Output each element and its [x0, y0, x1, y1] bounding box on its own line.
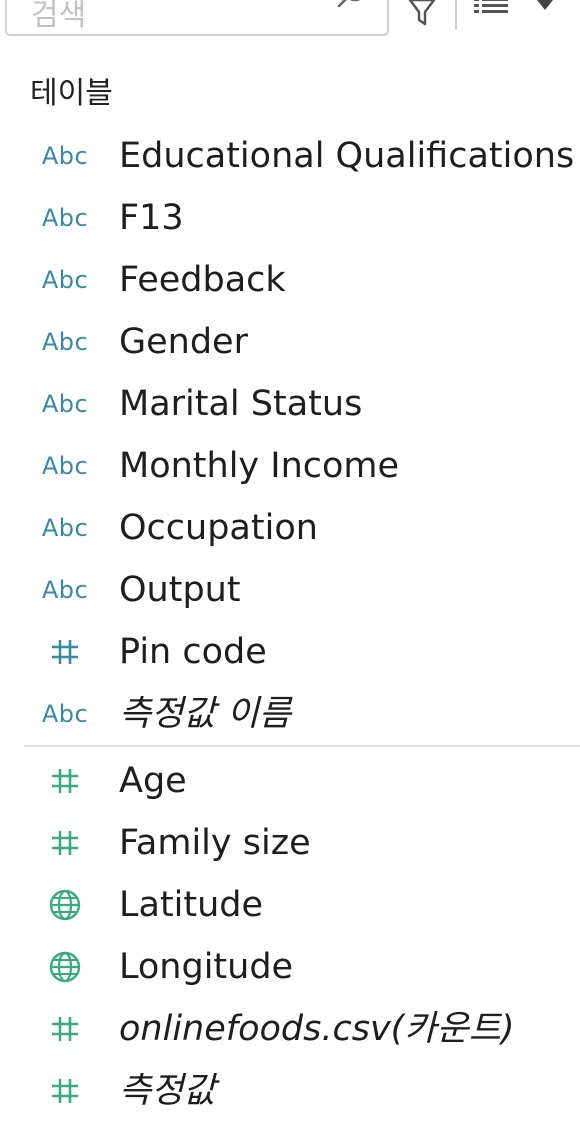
field-item[interactable]: 측정값	[0, 1060, 580, 1122]
field-name: Educational Qualifications	[119, 136, 575, 176]
number-type-icon	[30, 750, 100, 812]
field-name: Monthly Income	[119, 446, 400, 486]
field-name: F13	[119, 198, 184, 238]
string-type-icon: Abc	[41, 452, 89, 480]
field-name: 측정값	[119, 1071, 216, 1111]
field-item[interactable]: onlinefoods.csv(카운트)	[0, 998, 580, 1060]
field-item[interactable]: Abc Occupation	[0, 497, 580, 559]
field-name: 측정값 이름	[119, 694, 292, 734]
field-item[interactable]: Abc Monthly Income	[0, 435, 580, 497]
string-type-icon: Abc	[41, 328, 89, 356]
field-item[interactable]: Age	[0, 750, 580, 812]
field-name: Marital Status	[119, 384, 363, 424]
string-type-icon: Abc	[41, 266, 89, 294]
dimension-list: Abc Educational Qualifications Abc F13 Abc Fe…	[0, 125, 580, 745]
string-type-icon: Abc	[41, 390, 89, 418]
globe-icon	[30, 936, 100, 998]
list-view-icon[interactable]	[470, 0, 514, 22]
search-icon[interactable]	[333, 0, 373, 16]
section-title: 테이블	[30, 76, 113, 111]
globe-icon	[30, 874, 100, 936]
number-type-icon	[30, 998, 100, 1060]
string-type-icon: Abc	[41, 142, 89, 170]
string-type-icon: Abc	[41, 700, 89, 728]
field-item[interactable]: Family size	[0, 812, 580, 874]
string-type-icon: Abc	[41, 576, 89, 604]
string-type-icon: Abc	[41, 514, 89, 542]
field-name: Gender	[119, 322, 248, 362]
field-name: Latitude	[119, 885, 264, 925]
field-item[interactable]: Abc 측정값 이름	[0, 683, 580, 745]
field-name: Pin code	[119, 632, 267, 672]
measure-list: Age Family size Latitude Longitude onlinefoo…	[0, 750, 580, 1122]
search-placeholder: 검색	[31, 0, 87, 33]
string-type-icon: Abc	[41, 204, 89, 232]
field-item[interactable]: Abc Gender	[0, 311, 580, 373]
field-name: Occupation	[119, 508, 318, 548]
number-type-icon	[30, 621, 100, 683]
field-name: Feedback	[119, 260, 286, 300]
field-item[interactable]: Abc F13	[0, 187, 580, 249]
field-item[interactable]: Longitude	[0, 936, 580, 998]
search-box[interactable]: 검색	[5, 0, 389, 36]
divider	[24, 745, 580, 747]
field-name: Family size	[119, 823, 311, 863]
field-item[interactable]: Abc Feedback	[0, 249, 580, 311]
number-type-icon	[30, 1060, 100, 1122]
number-type-icon	[30, 812, 100, 874]
field-item[interactable]: Abc Marital Status	[0, 373, 580, 435]
caret-down-icon[interactable]	[532, 0, 558, 16]
field-item[interactable]: Abc Educational Qualifications	[0, 125, 580, 187]
field-item[interactable]: Latitude	[0, 874, 580, 936]
field-name: Age	[119, 761, 187, 801]
field-item[interactable]: Abc Output	[0, 559, 580, 621]
field-name: Longitude	[119, 947, 294, 987]
field-name: onlinefoods.csv(카운트)	[119, 1009, 515, 1049]
filter-icon[interactable]	[404, 0, 440, 32]
field-item[interactable]: Pin code	[0, 621, 580, 683]
field-name: Output	[119, 570, 241, 610]
toolbar-separator	[455, 0, 457, 30]
